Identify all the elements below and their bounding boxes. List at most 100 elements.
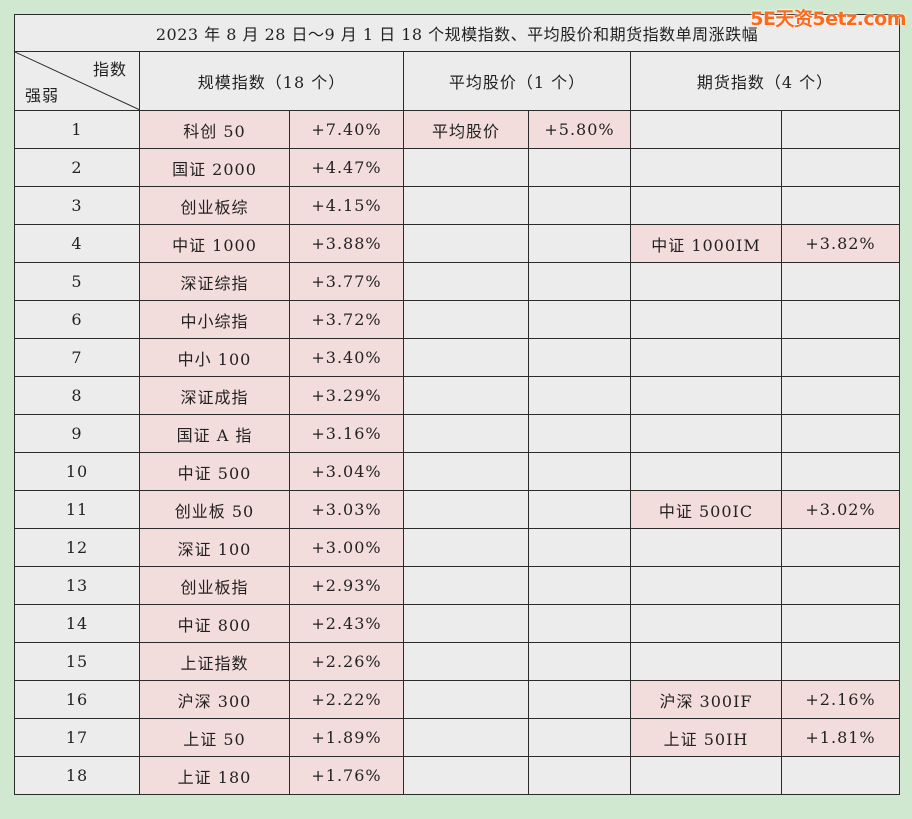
futures-index-change: [780, 148, 901, 187]
rank-cell: 14: [14, 604, 140, 643]
futures-index-change: [780, 376, 901, 415]
table-row: 7 中小 100 +3.40%: [14, 338, 901, 377]
futures-index-name: [630, 262, 782, 301]
scale-index-name: 创业板 50: [139, 490, 290, 529]
scale-index-change: +3.04%: [289, 452, 404, 491]
rank-cell: 7: [14, 338, 140, 377]
average-price-change: [528, 224, 631, 263]
scale-index-change: +3.77%: [289, 262, 404, 301]
average-price-change: [528, 148, 631, 187]
average-price-change: [528, 452, 631, 491]
scale-index-change: +1.89%: [289, 718, 404, 757]
scale-index-change: +2.43%: [289, 604, 404, 643]
scale-index-change: +3.03%: [289, 490, 404, 529]
rank-cell: 12: [14, 528, 140, 567]
scale-index-name: 上证 180: [139, 756, 290, 795]
table-row: 17 上证 50 +1.89% 上证 50IH +1.81%: [14, 718, 901, 757]
futures-index-change: [780, 642, 901, 681]
scale-index-change: +3.29%: [289, 376, 404, 415]
futures-index-change: [780, 110, 901, 149]
table-row: 9 国证 A 指 +3.16%: [14, 414, 901, 453]
scale-index-name: 中证 500: [139, 452, 290, 491]
scale-index-name: 创业板指: [139, 566, 290, 605]
futures-index-change: [780, 262, 901, 301]
weekly-change-table: 2023 年 8 月 28 日～9 月 1 日 18 个规模指数、平均股价和期货…: [13, 14, 901, 795]
scale-index-change: +7.40%: [289, 110, 404, 149]
futures-index-change: [780, 452, 901, 491]
futures-index-name: [630, 528, 782, 567]
rank-cell: 9: [14, 414, 140, 453]
rank-cell: 5: [14, 262, 140, 301]
average-price-name: [403, 490, 529, 529]
average-price-name: [403, 642, 529, 681]
rank-cell: 1: [14, 110, 140, 149]
futures-index-name: [630, 376, 782, 415]
scale-index-name: 深证综指: [139, 262, 290, 301]
corner-label-rank: 强弱: [25, 86, 60, 105]
average-price-name: [403, 566, 529, 605]
average-price-change: [528, 300, 631, 339]
scale-index-change: +4.47%: [289, 148, 404, 187]
futures-index-change: [780, 186, 901, 225]
scale-index-name: 中小综指: [139, 300, 290, 339]
average-price-name: [403, 680, 529, 719]
scale-index-change: +3.72%: [289, 300, 404, 339]
average-price-change: [528, 490, 631, 529]
average-price-change: [528, 262, 631, 301]
scale-index-name: 上证 50: [139, 718, 290, 757]
average-price-change: [528, 528, 631, 567]
scale-index-change: +4.15%: [289, 186, 404, 225]
header-average-price: 平均股价（1 个）: [403, 51, 631, 111]
futures-index-change: +2.16%: [780, 680, 901, 719]
average-price-change: [528, 604, 631, 643]
futures-index-name: [630, 300, 782, 339]
futures-index-change: [780, 300, 901, 339]
table-row: 12 深证 100 +3.00%: [14, 528, 901, 567]
futures-index-change: [780, 566, 901, 605]
table-row: 3 创业板综 +4.15%: [14, 186, 901, 225]
rank-cell: 2: [14, 148, 140, 187]
average-price-name: [403, 148, 529, 187]
average-price-name: [403, 300, 529, 339]
corner-label-index: 指数: [92, 60, 127, 79]
average-price-change: [528, 376, 631, 415]
average-price-change: [528, 338, 631, 377]
futures-index-name: [630, 148, 782, 187]
table-row: 4 中证 1000 +3.88% 中证 1000IM +3.82%: [14, 224, 901, 263]
corner-header: 指数 强弱: [14, 51, 140, 111]
rank-cell: 10: [14, 452, 140, 491]
scale-index-name: 创业板综: [139, 186, 290, 225]
futures-index-name: 上证 50IH: [630, 718, 782, 757]
scale-index-change: +3.88%: [289, 224, 404, 263]
average-price-name: [403, 262, 529, 301]
futures-index-name: 沪深 300IF: [630, 680, 782, 719]
average-price-change: +5.80%: [528, 110, 631, 149]
futures-index-change: [780, 756, 901, 795]
average-price-change: [528, 680, 631, 719]
futures-index-change: +3.02%: [780, 490, 901, 529]
futures-index-name: [630, 110, 782, 149]
table-row: 8 深证成指 +3.29%: [14, 376, 901, 415]
futures-index-change: +3.82%: [780, 224, 901, 263]
table-row: 15 上证指数 +2.26%: [14, 642, 901, 681]
scale-index-name: 深证 100: [139, 528, 290, 567]
average-price-name: 平均股价: [403, 110, 529, 149]
rank-cell: 3: [14, 186, 140, 225]
futures-index-name: [630, 414, 782, 453]
scale-index-change: +2.22%: [289, 680, 404, 719]
futures-index-name: [630, 338, 782, 377]
average-price-change: [528, 566, 631, 605]
scale-index-name: 国证 2000: [139, 148, 290, 187]
futures-index-change: [780, 604, 901, 643]
average-price-name: [403, 718, 529, 757]
table-row: 6 中小综指 +3.72%: [14, 300, 901, 339]
futures-index-change: [780, 528, 901, 567]
scale-index-change: +1.76%: [289, 756, 404, 795]
futures-index-name: [630, 756, 782, 795]
table-row: 18 上证 180 +1.76%: [14, 756, 901, 795]
table-row: 11 创业板 50 +3.03% 中证 500IC +3.02%: [14, 490, 901, 529]
average-price-change: [528, 718, 631, 757]
futures-index-name: [630, 186, 782, 225]
rank-cell: 11: [14, 490, 140, 529]
table-row: 5 深证综指 +3.77%: [14, 262, 901, 301]
